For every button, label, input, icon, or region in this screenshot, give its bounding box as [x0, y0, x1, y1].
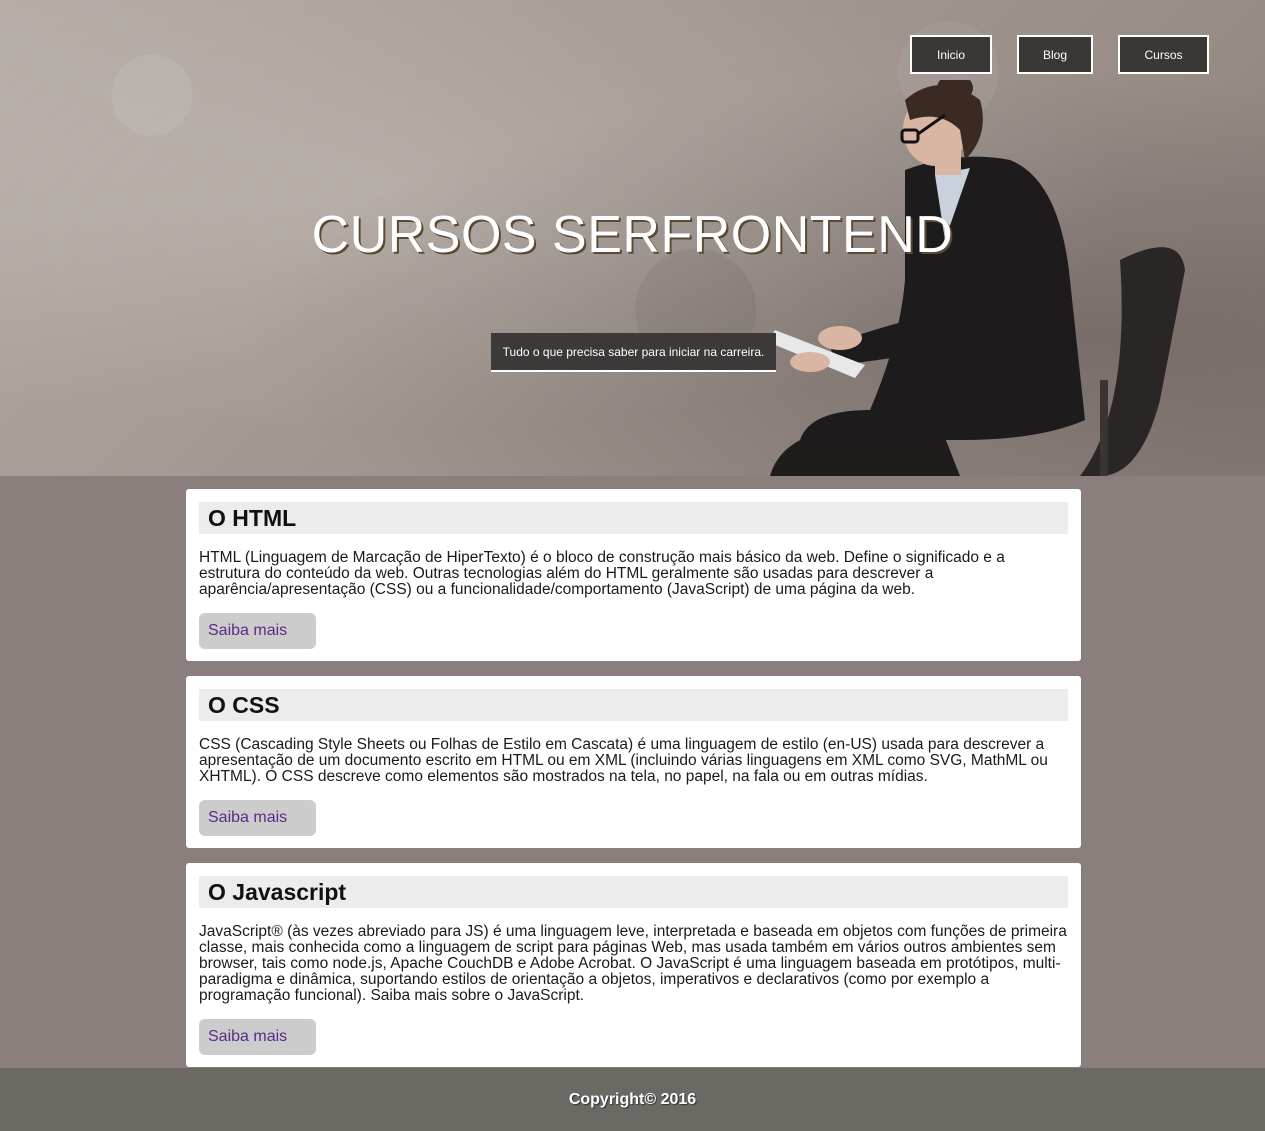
card-title: O HTML [199, 502, 1068, 534]
hero-banner: Inicio Blog Cursos CURSOS SERFRONTEND Tu… [0, 0, 1265, 476]
hero-tagline: Tudo o que precisa saber para iniciar na… [491, 333, 776, 372]
saiba-mais-button[interactable]: Saiba mais [199, 613, 316, 649]
card-title: O CSS [199, 689, 1068, 721]
saiba-mais-button[interactable]: Saiba mais [199, 1019, 316, 1055]
card-text: CSS (Cascading Style Sheets ou Folhas de… [199, 736, 1048, 785]
nav-cursos[interactable]: Cursos [1118, 35, 1209, 74]
woman-with-tablet-image [768, 80, 1185, 476]
footer: Copyright© 2016 [0, 1068, 1265, 1131]
copyright-text: Copyright© 2016 [568, 1090, 697, 1108]
saiba-mais-button[interactable]: Saiba mais [199, 800, 316, 836]
card-css: O CSS CSS (Cascading Style Sheets ou Fol… [186, 676, 1081, 848]
card-text: HTML (Linguagem de Marcação de HiperText… [199, 549, 1005, 598]
card-title: O Javascript [199, 876, 1068, 908]
nav-blog[interactable]: Blog [1017, 35, 1093, 74]
main-nav: Inicio Blog Cursos [910, 35, 1209, 74]
card-text: JavaScript® (às vezes abreviado para JS)… [199, 923, 1067, 1004]
card-html: O HTML HTML (Linguagem de Marcação de Hi… [186, 489, 1081, 661]
hero-title: CURSOS SERFRONTEND [311, 206, 954, 264]
nav-inicio[interactable]: Inicio [910, 35, 992, 74]
card-javascript: O Javascript JavaScript® (às vezes abrev… [186, 863, 1081, 1067]
